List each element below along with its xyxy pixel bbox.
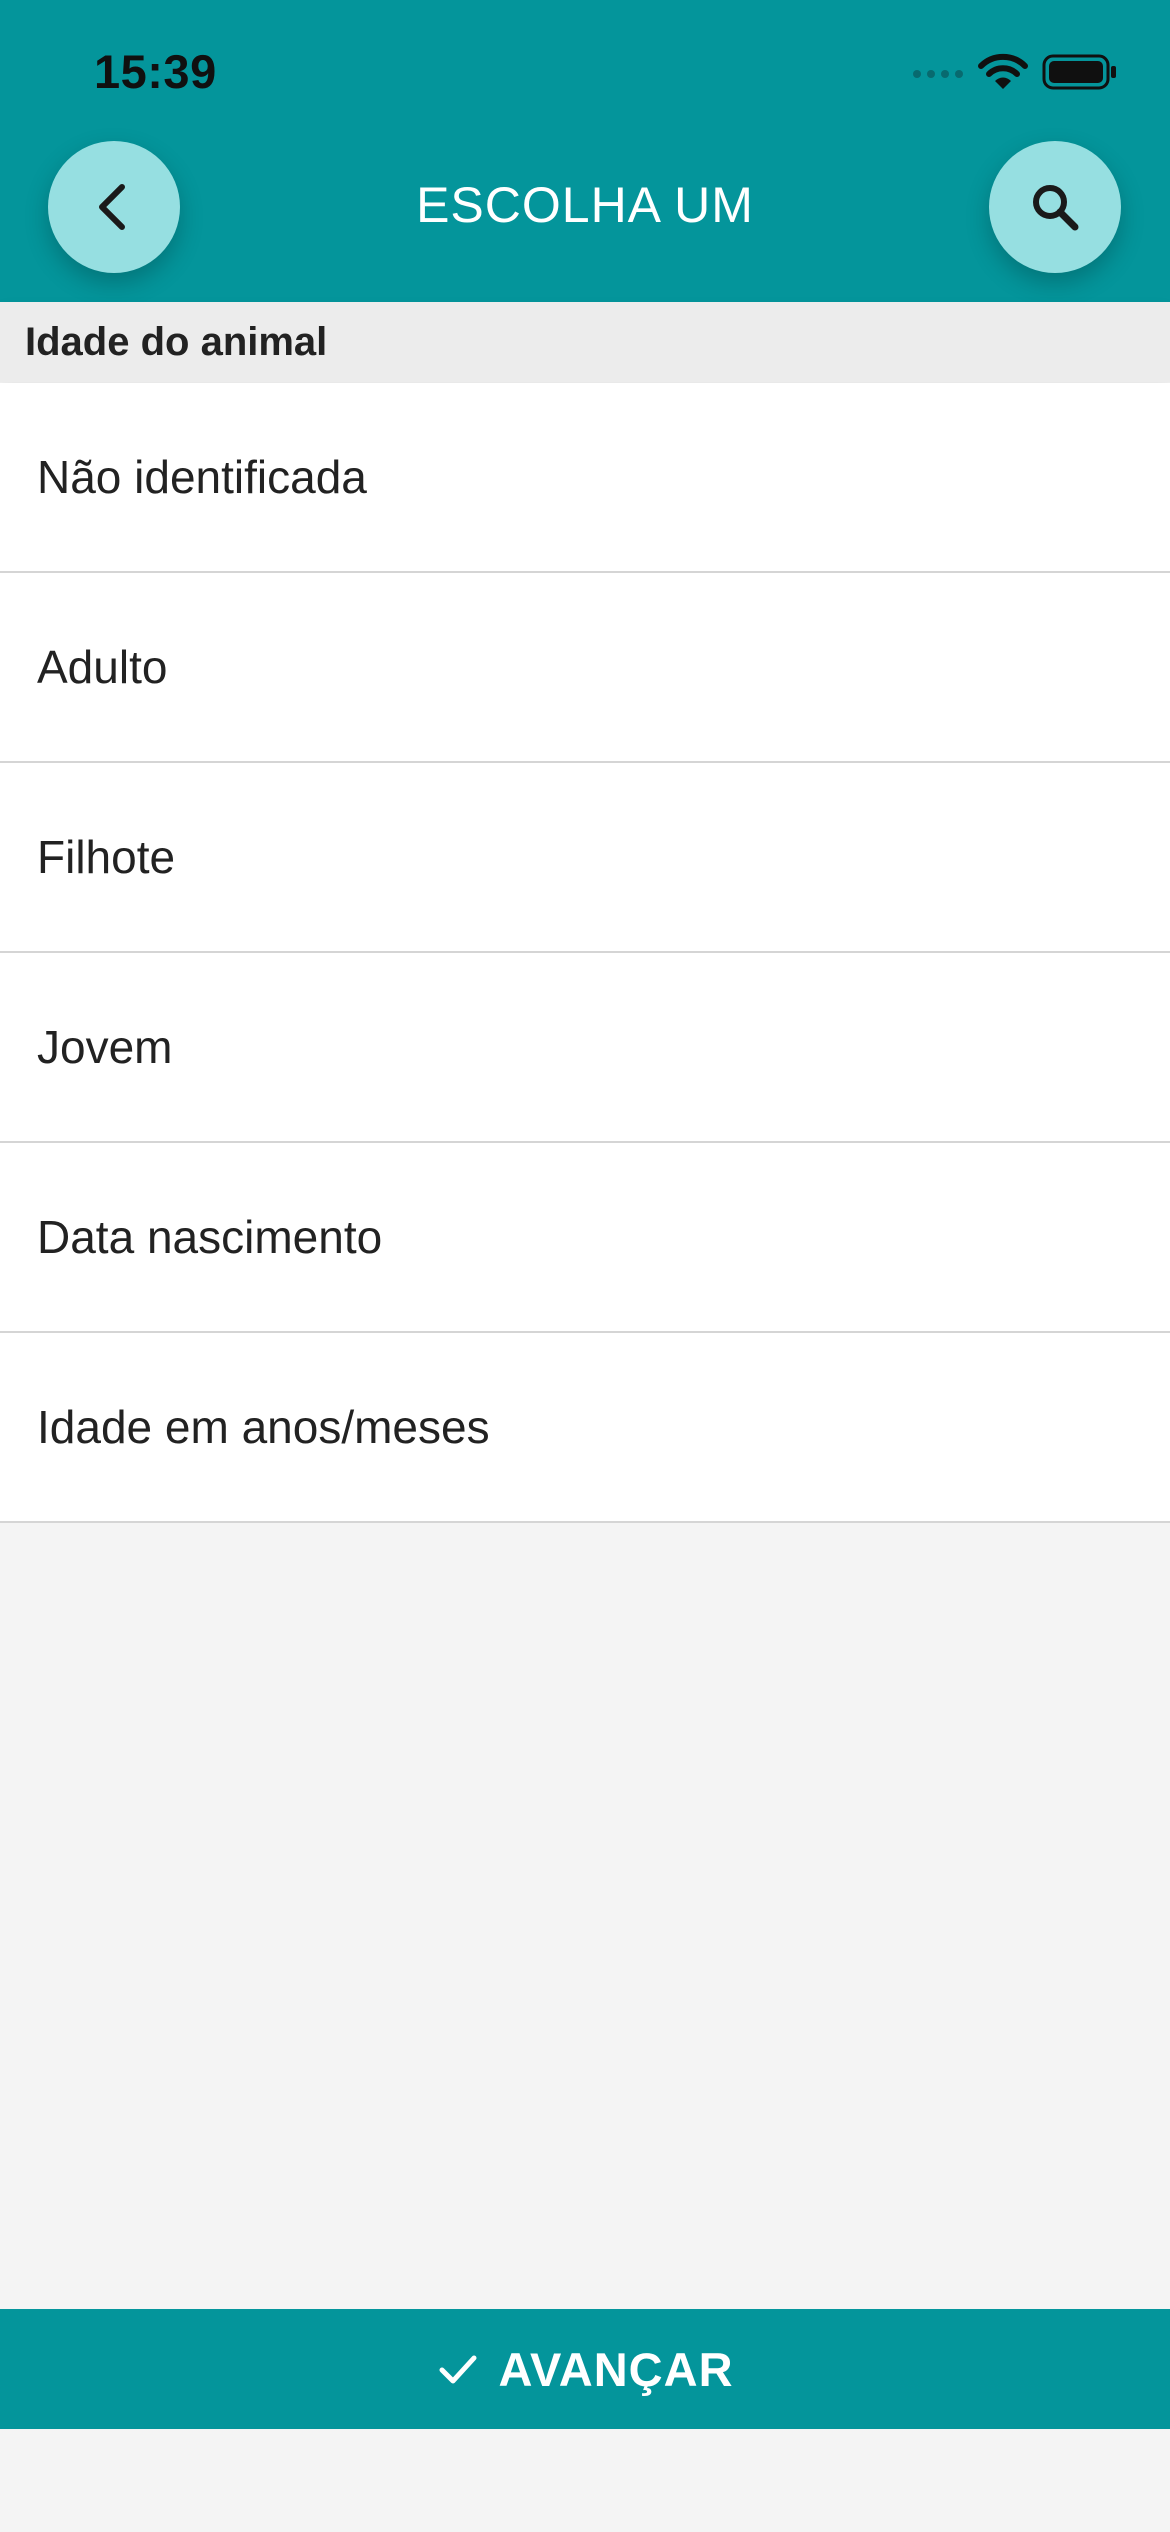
- advance-button[interactable]: AVANÇAR: [0, 2309, 1170, 2429]
- status-icons: [912, 52, 1118, 92]
- list-item[interactable]: Jovem: [0, 953, 1170, 1143]
- checkmark-icon: [439, 2355, 477, 2384]
- search-button[interactable]: [989, 141, 1121, 273]
- list-item[interactable]: Filhote: [0, 763, 1170, 953]
- list-item[interactable]: Não identificada: [0, 383, 1170, 573]
- battery-icon: [1042, 54, 1116, 90]
- wifi-icon: [978, 53, 1028, 89]
- status-time: 15:39: [94, 45, 217, 98]
- cellular-signal-icon: [913, 70, 963, 78]
- section-label: Idade do animal: [25, 320, 328, 364]
- list-item[interactable]: Idade em anos/meses: [0, 1333, 1170, 1523]
- advance-button-label: AVANÇAR: [498, 2342, 734, 2396]
- list-item[interactable]: Data nascimento: [0, 1143, 1170, 1333]
- app-header: 15:39 ESCOLHA UM: [0, 0, 1170, 302]
- search-icon: [1033, 185, 1079, 231]
- options-list: Não identificada Adulto Filhote Jovem Da…: [0, 383, 1170, 1523]
- list-item[interactable]: Adulto: [0, 573, 1170, 763]
- section-header: Idade do animal: [0, 302, 1170, 382]
